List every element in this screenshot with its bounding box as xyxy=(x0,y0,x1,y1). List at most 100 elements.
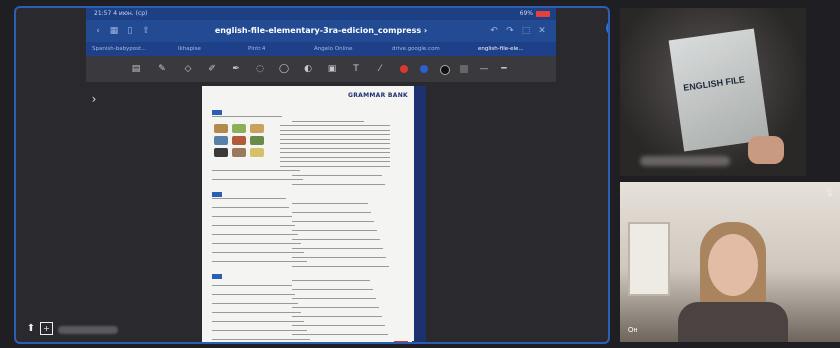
text-line xyxy=(212,284,292,286)
text-line xyxy=(212,320,304,322)
color-blue[interactable] xyxy=(420,65,428,73)
shared-screen: 21:57 4 июн. (ср) 69% ‹ ▦ ▯ ⇪ english-fi… xyxy=(14,6,610,344)
text-line xyxy=(292,265,389,267)
text-line xyxy=(292,183,385,185)
page-number-tag xyxy=(412,341,422,342)
text-line xyxy=(292,289,373,290)
marker-icon[interactable]: ✒ xyxy=(230,63,242,75)
page-color-band xyxy=(414,86,426,342)
text-line xyxy=(212,329,307,331)
text-line xyxy=(212,207,289,208)
bubble-icon[interactable]: ◯ xyxy=(278,63,290,75)
text-line xyxy=(212,338,310,340)
text-line xyxy=(212,293,295,295)
text-line xyxy=(292,238,380,240)
exercise-pictures xyxy=(214,124,274,164)
presenter-name-blurred xyxy=(58,326,118,334)
text-line xyxy=(280,147,390,149)
text-line xyxy=(212,261,307,262)
tab-3[interactable]: Angelo Online xyxy=(314,42,353,56)
image-icon[interactable]: ▣ xyxy=(326,63,338,75)
sidebar-expand-icon[interactable]: › xyxy=(88,84,100,114)
color-black[interactable] xyxy=(440,65,450,75)
text-line xyxy=(292,202,368,204)
tab-1[interactable]: Ikhapise xyxy=(178,42,201,56)
text-line xyxy=(292,298,376,299)
more-options-icon[interactable]: ••• xyxy=(606,20,608,36)
tablet-status-bar: 21:57 4 июн. (ср) 69% xyxy=(86,8,556,20)
book-cover-logo: ENGLISH FILE xyxy=(682,74,746,93)
text-line xyxy=(280,156,390,158)
text-icon[interactable]: T xyxy=(350,63,362,75)
tab-4[interactable]: drive.google.com xyxy=(392,42,440,56)
annotation-toolbar: ▤ ✎ ◇ ✐ ✒ ◌ ◯ ◐ ▣ T ⁄ — ━ xyxy=(86,56,556,82)
tab-2[interactable]: Pintr.4 xyxy=(248,42,265,56)
redo-icon[interactable]: ↷ xyxy=(504,25,516,37)
text-line xyxy=(292,120,364,122)
add-icon[interactable]: + xyxy=(40,322,53,335)
text-line xyxy=(280,152,390,153)
thick-line-icon[interactable]: ━ xyxy=(498,63,510,75)
text-line xyxy=(292,220,374,222)
text-line xyxy=(280,165,390,167)
pencil-icon[interactable]: ✎ xyxy=(156,63,168,75)
participant-face xyxy=(708,234,758,296)
text-line xyxy=(212,116,282,117)
text-line xyxy=(212,311,301,313)
text-line xyxy=(280,129,390,131)
tab-0[interactable]: Spanish-babypost... xyxy=(92,42,146,56)
close-icon[interactable]: ✕ xyxy=(536,25,548,37)
status-battery: 69% xyxy=(520,8,550,20)
text-line xyxy=(280,125,390,126)
export-icon[interactable]: ⬚ xyxy=(520,25,532,37)
text-line xyxy=(280,138,390,140)
text-line xyxy=(292,316,382,317)
text-line xyxy=(292,334,388,335)
text-line xyxy=(292,256,386,258)
battery-icon xyxy=(536,10,550,17)
pin-icon[interactable]: ⬆ xyxy=(24,322,38,336)
color-gray[interactable] xyxy=(460,65,468,73)
section-tag xyxy=(212,192,222,197)
page-number-tag xyxy=(394,341,408,342)
participant-name-blurred xyxy=(640,156,730,166)
book-cover: ENGLISH FILE xyxy=(668,28,770,152)
page-header: GRAMMAR BANK xyxy=(348,92,408,99)
status-time: 21:57 4 июн. (ср) xyxy=(94,10,148,17)
eraser-icon[interactable]: ◇ xyxy=(182,63,194,75)
text-line xyxy=(212,216,292,217)
text-line xyxy=(292,247,383,249)
sidebar-toggle-icon[interactable]: ▤ xyxy=(130,63,142,75)
text-line xyxy=(212,179,303,180)
tab-5[interactable]: english-file-ele... xyxy=(478,42,524,56)
thin-line-icon[interactable]: — xyxy=(478,63,490,75)
color-red[interactable] xyxy=(400,65,408,73)
text-line xyxy=(280,161,390,162)
pen-icon[interactable]: ✐ xyxy=(206,63,218,75)
shapes-icon[interactable]: ◐ xyxy=(302,63,314,75)
text-line xyxy=(212,234,298,235)
document-tabs: Spanish-babypost... Ikhapise Pintr.4 Ang… xyxy=(86,42,556,56)
mic-icon: 🎙 xyxy=(824,188,835,197)
document-titlebar: ‹ ▦ ▯ ⇪ english-file-elementary-3ra-edic… xyxy=(86,20,556,42)
text-line xyxy=(292,307,379,308)
text-line xyxy=(212,302,298,304)
text-line xyxy=(292,229,377,231)
text-line xyxy=(292,211,371,213)
participant-name: Он xyxy=(628,327,638,334)
section-tag xyxy=(212,110,222,115)
document-title: english-file-elementary-3ra-edicion_comp… xyxy=(214,26,428,35)
text-line xyxy=(292,174,382,176)
text-line xyxy=(280,134,390,135)
video-tile-participant-1[interactable]: ENGLISH FILE xyxy=(620,8,806,176)
lasso-icon[interactable]: ◌ xyxy=(254,63,266,75)
text-line xyxy=(292,325,385,326)
undo-icon[interactable]: ↶ xyxy=(488,25,500,37)
text-line xyxy=(212,170,300,171)
pdf-page: GRAMMAR BANK xyxy=(202,86,426,342)
video-tile-participant-2[interactable]: 🎙 Он xyxy=(620,182,840,342)
section-tag xyxy=(212,274,222,279)
highlighter-icon[interactable]: ⁄ xyxy=(374,63,386,75)
text-line xyxy=(280,143,390,144)
text-line xyxy=(292,280,370,281)
